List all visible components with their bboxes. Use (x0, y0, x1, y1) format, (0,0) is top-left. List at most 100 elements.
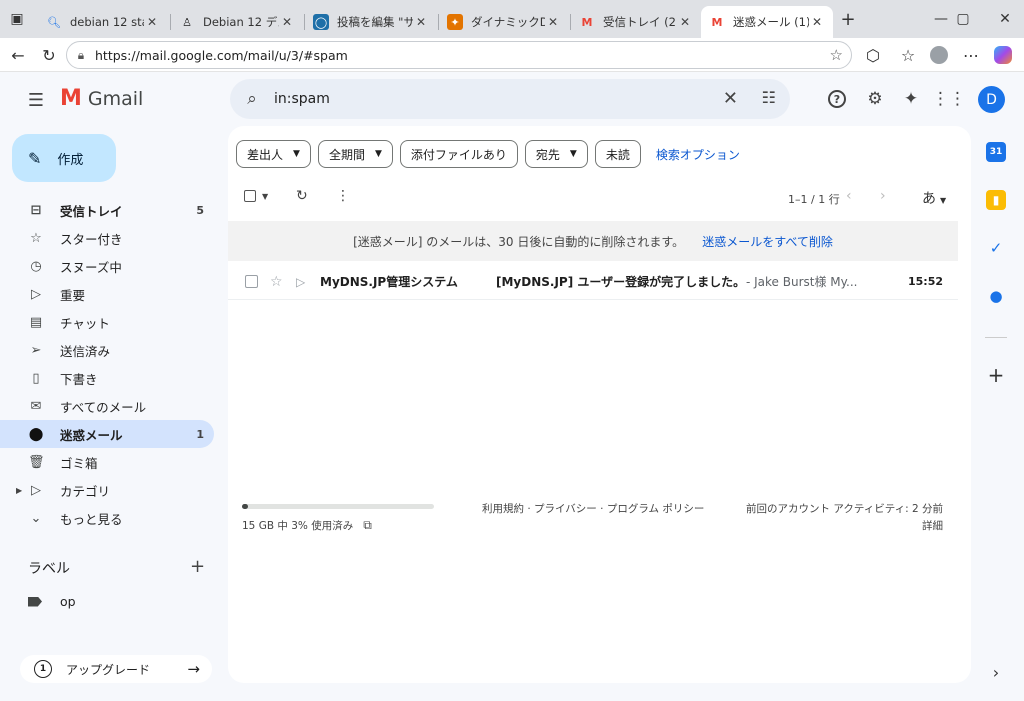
footer-terms-links[interactable]: 利用規約 · プライバシー · プログラム ポリシー (482, 501, 704, 516)
spam-notice-banner: [迷惑メール] のメールは、30 日後に自動的に削除されます。 迷惑メールをすべ… (228, 221, 958, 261)
important-marker-icon[interactable]: ▷ (296, 275, 305, 289)
sidebar-item-important[interactable]: ▷ 重要 (0, 280, 214, 308)
tab-actions-icon[interactable]: ▣ (0, 0, 34, 38)
favorite-star-icon[interactable]: ☆ (830, 46, 843, 64)
filter-chip-from[interactable]: 差出人 ▼ (236, 140, 311, 168)
settings-gear-icon[interactable]: ⚙ (862, 86, 888, 112)
address-bar[interactable]: 🔒︎ https://mail.google.com/mail/u/3/#spa… (66, 41, 852, 69)
gmail-logo[interactable]: M Gmail (60, 86, 143, 111)
upgrade-button[interactable]: 1 アップグレード → (20, 655, 212, 683)
site-info-icon[interactable]: 🔒︎ (67, 48, 95, 63)
sidebar-item-all-mail[interactable]: ✉ すべてのメール (0, 392, 214, 420)
sidebar-item-starred[interactable]: ☆ スター付き (0, 224, 214, 252)
search-input[interactable]: in:spam (274, 91, 330, 107)
newer-page-icon[interactable]: ‹ (846, 188, 852, 204)
sidebar-item-chat[interactable]: ▤ チャット (0, 308, 214, 336)
browser-tab[interactable]: ✦ ダイナミックDNS (D ✕ (439, 6, 569, 38)
gmail-m-icon: M (60, 86, 82, 111)
compose-button[interactable]: ✎ 作成 (12, 134, 116, 182)
new-tab-button[interactable]: + (834, 0, 862, 38)
storage-meter: 15 GB 中 3% 使用済み ⧉ (242, 504, 434, 533)
sidebar-item-spam[interactable]: ⬤ 迷惑メール 1 (0, 420, 214, 448)
account-avatar[interactable]: D (978, 86, 1005, 113)
activity-details-link[interactable]: 詳細 (746, 518, 943, 535)
close-tab-icon[interactable]: ✕ (545, 15, 561, 29)
advanced-search-link[interactable]: 検索オプション (656, 146, 740, 163)
keep-icon[interactable]: ▮ (986, 190, 1006, 210)
sidebar-item-more[interactable]: ⌄ もっと見る (0, 504, 214, 532)
older-page-icon[interactable]: › (880, 188, 886, 204)
calendar-icon[interactable]: 31 (986, 142, 1006, 162)
message-checkbox[interactable] (245, 275, 258, 288)
browser-tab[interactable]: ♙ Debian 12 デスクト ✕ (171, 6, 303, 38)
close-window-button[interactable]: ✕ (985, 0, 1024, 38)
spam-notice-text: [迷惑メール] のメールは、30 日後に自動的に削除されます。 (353, 234, 685, 249)
upgrade-label: アップグレード (66, 662, 151, 677)
pagination-text: 1–1 / 1 行 (788, 193, 840, 206)
sidebar-item-trash[interactable]: 🗑︎ ゴミ箱 (0, 448, 214, 476)
refresh-icon[interactable]: ↻ (36, 42, 62, 68)
more-menu-icon[interactable]: ⋯ (958, 42, 984, 68)
favorites-icon[interactable]: ☆ (895, 42, 921, 68)
main-menu-icon[interactable]: ☰ (22, 86, 50, 114)
close-tab-icon[interactable]: ✕ (279, 15, 295, 29)
unread-count: 5 (196, 203, 204, 217)
add-label-icon[interactable]: + (190, 556, 205, 577)
refresh-list-icon[interactable]: ↻ (296, 188, 308, 204)
sidebar-item-sent[interactable]: ➢ 送信済み (0, 336, 214, 364)
chat-icon: ▤ (29, 314, 43, 330)
url-text[interactable]: https://mail.google.com/mail/u/3/#spam (95, 48, 348, 63)
clear-search-icon[interactable]: ✕ (723, 88, 738, 109)
expand-caret-icon[interactable]: ▶ (16, 486, 22, 495)
chip-label: 宛先 (535, 147, 560, 162)
message-row[interactable]: ☆ ▷ MyDNS.JP管理システム [MyDNS.JP] ユーザー登録が完了し… (228, 264, 958, 300)
close-tab-icon[interactable]: ✕ (413, 15, 429, 29)
more-actions-icon[interactable]: ⋮ (336, 188, 350, 204)
sidebar-item-categories[interactable]: ▶ ▷ カテゴリ (0, 476, 214, 504)
sidebar-item-snoozed[interactable]: ◷ スヌーズ中 (0, 252, 214, 280)
sidebar-item-inbox[interactable]: ⊟ 受信トレイ 5 (0, 196, 214, 224)
open-external-icon[interactable]: ⧉ (363, 518, 372, 533)
browser-tab[interactable]: ◯ 投稿を編集 "サーバ ✕ (305, 6, 437, 38)
star-toggle-icon[interactable]: ☆ (270, 274, 283, 290)
tab-title: ダイナミックDNS (D (471, 15, 545, 29)
gemini-spark-icon[interactable]: ✦ (898, 86, 924, 112)
close-tab-icon[interactable]: ✕ (144, 15, 160, 29)
search-options-icon[interactable]: ☷ (762, 88, 776, 107)
filter-chip-unread[interactable]: 未読 (594, 140, 641, 168)
help-icon[interactable]: ? (824, 86, 850, 112)
get-addons-icon[interactable]: + (986, 363, 1006, 387)
back-icon[interactable]: ← (5, 42, 31, 68)
arrow-right-icon: → (187, 660, 200, 678)
extensions-icon[interactable]: ⬡ (860, 42, 886, 68)
filter-chip-has-attachment[interactable]: 添付ファイルあり (399, 140, 518, 168)
contacts-icon[interactable]: ● (986, 286, 1006, 306)
browser-tab[interactable]: M 受信トレイ (2) - ja ✕ (571, 6, 701, 38)
filter-chip-to[interactable]: 宛先 ▼ (524, 140, 588, 168)
search-bar[interactable]: ⌕ in:spam ✕ ☷ (230, 79, 790, 119)
browser-toolbar: ← ↻ 🔒︎ https://mail.google.com/mail/u/3/… (0, 38, 1024, 72)
browser-tab-active[interactable]: M 迷惑メール (1) - no ✕ (701, 6, 833, 38)
filter-chip-any-time[interactable]: 全期間 ▼ (317, 140, 393, 168)
maximize-button[interactable]: ▢ (940, 0, 986, 38)
profile-icon[interactable] (926, 42, 952, 68)
storage-bar-fill (242, 504, 248, 509)
tasks-icon[interactable]: ✓ (986, 238, 1006, 258)
close-tab-icon[interactable]: ✕ (677, 15, 693, 29)
sidebar-item-drafts[interactable]: ▯ 下書き (0, 364, 214, 392)
copilot-icon[interactable] (990, 42, 1016, 68)
label-item-op[interactable]: op (28, 594, 76, 609)
gmail-favicon-icon: M (581, 15, 593, 29)
tab-title: 迷惑メール (1) - no (733, 15, 809, 29)
select-all-checkbox[interactable]: ▼ (244, 188, 268, 204)
browser-tab[interactable]: 🔍︎ debian 12 static I ✕ (38, 6, 168, 38)
linux-penguin-favicon-icon: ♙ (182, 15, 192, 29)
account-activity: 前回のアカウント アクティビティ: 2 分前 詳細 (746, 501, 943, 535)
delete-all-spam-link[interactable]: 迷惑メールをすべて削除 (702, 233, 833, 250)
search-icon[interactable]: ⌕ (230, 89, 274, 109)
close-tab-icon[interactable]: ✕ (809, 15, 825, 29)
apps-grid-icon[interactable]: ⋮⋮ (932, 86, 966, 112)
dropdown-icon: ▼ (293, 149, 300, 159)
show-side-panel-icon[interactable]: › (986, 662, 1006, 682)
input-tools-button[interactable]: あ ▼ (922, 188, 946, 208)
